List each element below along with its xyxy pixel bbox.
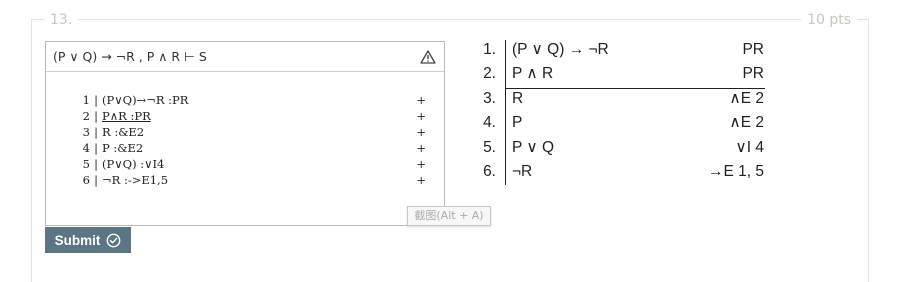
proof-code[interactable]: 1 | (P∨Q)→¬R :PR + 2 | P∧R :PR + 3 | R :… bbox=[76, 92, 426, 188]
code-line: 3 | R :&E2 + bbox=[76, 124, 426, 140]
line-number: 4 bbox=[82, 141, 90, 155]
line-bar: | bbox=[94, 157, 98, 171]
proof-row: 2. P ∧ R PR bbox=[472, 62, 772, 86]
check-circle-icon bbox=[106, 233, 121, 247]
line-status-plus: + bbox=[416, 141, 426, 155]
line-status-plus: + bbox=[416, 93, 426, 107]
line-bar: | bbox=[94, 109, 98, 123]
proof-justification: ∧E 2 bbox=[729, 89, 764, 107]
proof-formula: P ∨ Q bbox=[512, 138, 555, 156]
line-bar: | bbox=[94, 125, 98, 139]
submit-label: Submit bbox=[54, 232, 101, 248]
code-line: 5 | (P∨Q) :∨I4 + bbox=[76, 156, 426, 172]
editor-header: (P ∨ Q) → ¬R , P ∧ R ⊢ S bbox=[46, 42, 444, 72]
question-points: 10 pts bbox=[801, 12, 857, 28]
proof-justification: PR bbox=[742, 65, 764, 83]
proof-row: 6. ¬R →E 1, 5 bbox=[472, 160, 772, 184]
proof-justification: ∧E 2 bbox=[729, 114, 764, 132]
line-number: 3 bbox=[82, 125, 90, 139]
proof-line-number: 4. bbox=[483, 114, 496, 132]
proof-row: 1. (P ∨ Q) → ¬R PR bbox=[472, 38, 772, 62]
sequent-text: (P ∨ Q) → ¬R , P ∧ R ⊢ S bbox=[53, 49, 207, 64]
line-number: 5 bbox=[82, 157, 90, 171]
code-line: 1 | (P∨Q)→¬R :PR + bbox=[76, 92, 426, 108]
line-bar: | bbox=[94, 141, 98, 155]
line-text: (P∨Q)→¬R :PR bbox=[102, 93, 189, 107]
line-text: P :&E2 bbox=[102, 141, 144, 155]
rendered-proof: 1. (P ∨ Q) → ¬R PR 2. P ∧ R PR 3. R ∧E 2… bbox=[472, 38, 772, 184]
proof-line-number: 5. bbox=[483, 138, 496, 156]
proof-justification: ∨I 4 bbox=[735, 138, 764, 156]
line-status-plus: + bbox=[416, 157, 426, 171]
warning-icon[interactable] bbox=[420, 49, 436, 64]
line-text: (P∨Q) :∨I4 bbox=[102, 157, 165, 171]
proof-line-number: 3. bbox=[483, 89, 496, 107]
code-line: 4 | P :&E2 + bbox=[76, 140, 426, 156]
submit-button[interactable]: Submit bbox=[45, 227, 131, 253]
line-number: 1 bbox=[82, 93, 90, 107]
line-status-plus: + bbox=[416, 173, 426, 187]
question-number: 13. bbox=[44, 12, 79, 28]
code-line: 6 | ¬R :->E1,5 + bbox=[76, 172, 426, 188]
proof-editor[interactable]: (P ∨ Q) → ¬R , P ∧ R ⊢ S 1 | (P∨Q)→¬R :P… bbox=[45, 41, 445, 226]
line-text: P∧R :PR bbox=[102, 109, 151, 123]
line-status-plus: + bbox=[416, 109, 426, 123]
line-text: ¬R :->E1,5 bbox=[102, 173, 169, 187]
proof-line-number: 6. bbox=[483, 162, 496, 180]
code-line: 2 | P∧R :PR + bbox=[76, 108, 426, 124]
proof-justification: →E 1, 5 bbox=[708, 162, 764, 180]
line-text: R :&E2 bbox=[102, 125, 145, 139]
screenshot-tooltip: 截图(Alt + A) bbox=[407, 206, 491, 226]
proof-justification: PR bbox=[742, 41, 764, 58]
proof-formula: (P ∨ Q) → ¬R bbox=[512, 41, 609, 58]
proof-formula: P ∧ R bbox=[512, 65, 554, 83]
line-bar: | bbox=[94, 93, 98, 107]
proof-row: 5. P ∨ Q ∨I 4 bbox=[472, 136, 772, 160]
proof-line-number: 2. bbox=[483, 65, 496, 83]
proof-formula: P bbox=[512, 114, 523, 132]
proof-formula: R bbox=[512, 89, 524, 107]
line-bar: | bbox=[94, 173, 98, 187]
line-number: 2 bbox=[82, 109, 90, 123]
line-status-plus: + bbox=[416, 125, 426, 139]
proof-row: 4. P ∧E 2 bbox=[472, 111, 772, 135]
proof-formula: ¬R bbox=[512, 162, 533, 180]
proof-line-number: 1. bbox=[483, 41, 496, 58]
line-number: 6 bbox=[82, 173, 90, 187]
proof-row: 3. R ∧E 2 bbox=[472, 87, 772, 111]
